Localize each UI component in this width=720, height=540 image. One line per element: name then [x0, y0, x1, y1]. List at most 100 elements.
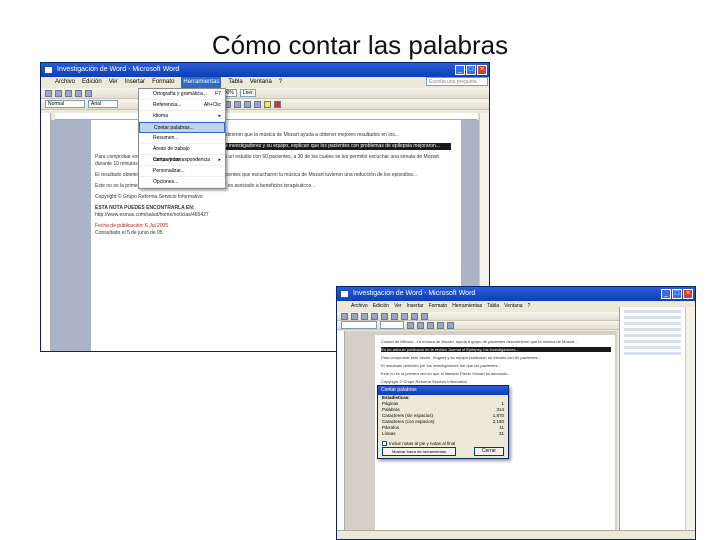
preview-icon[interactable] [381, 312, 388, 320]
highlight-icon[interactable] [264, 100, 271, 108]
menu-item-options[interactable]: Opciones... [139, 177, 225, 188]
menu-insert[interactable]: Insertar [125, 77, 145, 88]
footnotes-checkbox[interactable]: Incluir notas al pie y notas al final [382, 441, 455, 446]
window-controls: _ □ × [455, 65, 487, 75]
save-icon[interactable] [361, 312, 368, 320]
menu-item-label: Idioma [153, 113, 169, 119]
paste-icon[interactable] [421, 312, 428, 320]
new-icon[interactable] [341, 312, 348, 320]
new-icon[interactable] [45, 89, 52, 97]
stat-value: 31 [498, 431, 504, 436]
menu-item-label: Referencia... [153, 102, 182, 108]
menu-item-letters[interactable]: Cartas y correspondencia ▸ [139, 155, 225, 166]
maximize-icon[interactable]: □ [466, 65, 476, 75]
paragraph: Este no es la primera vez en que el llam… [381, 371, 511, 376]
window-title: Investigación de Word - Microsoft Word [57, 66, 180, 73]
menu-item-label: Cartas y correspondencia [153, 157, 210, 163]
bold-icon[interactable] [407, 321, 414, 329]
menu-window[interactable]: Ventana [504, 301, 522, 312]
paragraph: Copyright © Grupo Reforma Servicio Infor… [381, 379, 468, 384]
menu-table[interactable]: Tabla [228, 77, 242, 88]
open-icon[interactable] [55, 89, 62, 97]
stat-label: Líneas [382, 431, 396, 436]
close-icon[interactable]: × [683, 289, 693, 299]
align-center-icon[interactable] [447, 321, 454, 329]
menu-format[interactable]: Formato [152, 77, 174, 88]
link[interactable]: http://www.esmas.com/salud/home/noticias… [95, 212, 451, 219]
underline-icon[interactable] [427, 321, 434, 329]
preview-icon[interactable] [85, 89, 92, 97]
menu-item-label: Contar palabras... [154, 125, 194, 131]
checkbox-label: Incluir notas al pie y notas al final [389, 441, 456, 446]
menu-item-shared-workspace[interactable]: Áreas de trabajo compartidas... [139, 144, 225, 163]
menu-item-label: Ortografía y gramática... [153, 91, 207, 97]
menu-item-language[interactable]: Idioma ▸ [139, 111, 225, 122]
menu-item-shortcut: F7 [215, 91, 221, 97]
menu-item-customize[interactable]: Personalizar... [139, 166, 225, 177]
word-count-dialog: Contar palabras Estadísticas: Páginas 1 P… [377, 385, 509, 459]
slide-title: Cómo contar las palabras [211, 30, 509, 60]
spelling-icon[interactable] [391, 312, 398, 320]
paragraph: Fecha de publicación: 6 Jul 2005 [95, 223, 169, 229]
close-icon[interactable]: × [477, 65, 487, 75]
menu-format[interactable]: Formato [429, 301, 448, 312]
word-window-secondary: Investigación de Word - Microsoft Word _… [336, 286, 696, 540]
maximize-icon[interactable]: □ [672, 289, 682, 299]
font-select[interactable] [380, 321, 404, 329]
word-app-icon [340, 290, 349, 298]
font-color-icon[interactable] [274, 100, 281, 108]
menu-table[interactable]: Tabla [487, 301, 499, 312]
menu-item-shortcut: ▸ [218, 113, 221, 119]
menu-view[interactable]: Ver [394, 301, 402, 312]
menu-item-word-count[interactable]: Contar palabras... [139, 122, 225, 133]
save-icon[interactable] [65, 89, 72, 97]
menu-file[interactable]: Archivo [351, 301, 368, 312]
menu-window[interactable]: Ventana [250, 77, 272, 88]
align-left-icon[interactable] [437, 321, 444, 329]
menu-bar: Archivo Edición Ver Insertar Formato Her… [41, 77, 489, 88]
bullets-icon[interactable] [234, 100, 241, 108]
menu-item-research[interactable]: Referencia... Alt+Clic [139, 100, 225, 111]
status-bar [337, 530, 695, 539]
menu-insert[interactable]: Insertar [407, 301, 424, 312]
paragraph: Copyright © Grupo Reforma Servicio Infor… [95, 194, 203, 200]
word-app-icon [44, 66, 53, 74]
menu-edit[interactable]: Edición [373, 301, 389, 312]
copy-icon[interactable] [411, 312, 418, 320]
open-icon[interactable] [351, 312, 358, 320]
checkbox-icon[interactable] [382, 441, 387, 446]
menu-item-spelling[interactable]: Ortografía y gramática... F7 [139, 89, 225, 100]
show-toolbar-button[interactable]: Mostrar barra de herramientas [382, 447, 456, 456]
task-pane [619, 307, 685, 531]
menu-tools[interactable]: Herramientas [452, 301, 482, 312]
menu-help[interactable]: ? [279, 77, 282, 88]
menu-tools[interactable]: Herramientas [181, 77, 222, 88]
menu-item-label: Opciones... [153, 179, 179, 185]
stat-row: Líneas 31 [378, 431, 508, 437]
close-button[interactable]: Cerrar [474, 447, 504, 456]
indent-icon[interactable] [254, 100, 261, 108]
menu-edit[interactable]: Edición [82, 77, 102, 88]
help-search-input[interactable]: Escriba una pregunta [426, 77, 488, 86]
minimize-icon[interactable]: _ [661, 289, 671, 299]
print-icon[interactable] [371, 312, 378, 320]
numbering-icon[interactable] [244, 100, 251, 108]
print-icon[interactable] [75, 89, 82, 97]
style-select[interactable] [341, 321, 377, 329]
style-select[interactable]: Normal [45, 100, 85, 108]
menu-view[interactable]: Ver [109, 77, 118, 88]
menu-help[interactable]: ? [528, 301, 531, 312]
italic-icon[interactable] [417, 321, 424, 329]
font-select[interactable]: Arial [88, 100, 118, 108]
menu-item-label: Personalizar... [153, 168, 185, 174]
menu-item-shortcut: ▸ [218, 157, 221, 163]
read-button[interactable]: Leer [239, 89, 256, 97]
minimize-icon[interactable]: _ [455, 65, 465, 75]
vertical-scrollbar[interactable] [685, 307, 695, 531]
menu-item-label: Áreas de trabajo compartidas... [153, 146, 190, 163]
menu-item-autosummarize[interactable]: Resumen... [139, 133, 225, 144]
format-toolbar: Normal Arial [41, 99, 489, 110]
menu-file[interactable]: Archivo [55, 77, 75, 88]
vertical-ruler [41, 113, 51, 351]
cut-icon[interactable] [401, 312, 408, 320]
